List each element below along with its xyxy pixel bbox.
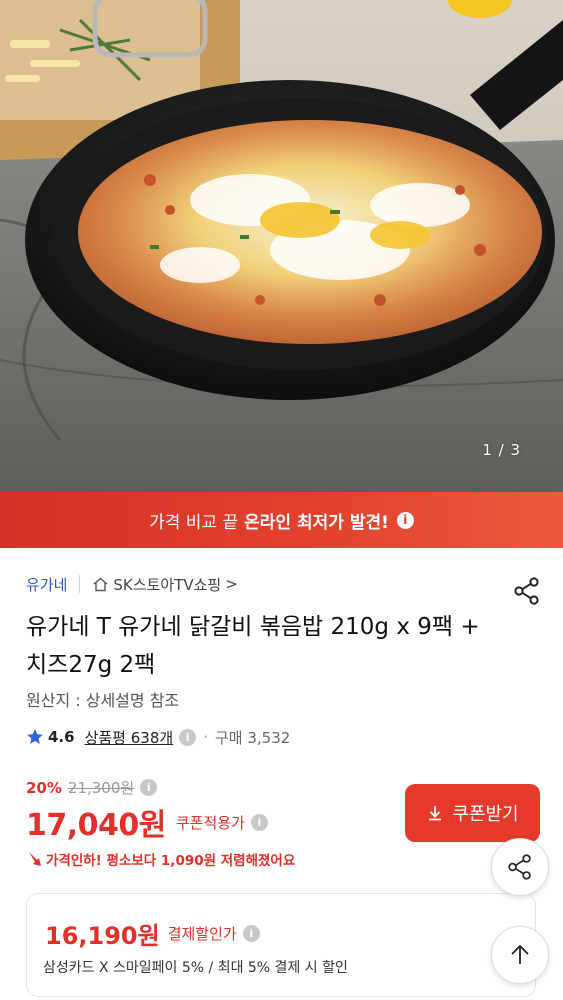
info-icon[interactable]: i (250, 813, 268, 831)
seller-row: 유가네 SK스토아TV쇼핑 > (26, 572, 238, 596)
payment-description: 삼성카드 X 스마일페이 5% / 최대 5% 결제 시 할인 (43, 960, 348, 976)
payment-label: 결제할인가 (167, 925, 237, 943)
price-drop-text: 가격인하! 평소보다 1,090원 저렴해졌어요 (46, 853, 296, 869)
banner-highlight: 온라인 최저가 발견! (244, 512, 389, 533)
payment-price-row: 16,190원 결제할인가 i (45, 916, 260, 951)
coupon-button-label: 쿠폰받기 (452, 804, 519, 824)
payment-discount-card[interactable]: 16,190원 결제할인가 i 삼성카드 X 스마일페이 5% / 최대 5% … (26, 893, 536, 997)
product-photo (0, 0, 563, 492)
original-price: 21,300원 (67, 779, 135, 797)
info-icon[interactable]: i (140, 779, 158, 796)
image-counter: 1 / 3 (482, 441, 521, 459)
lowest-price-banner[interactable]: 가격 비교 끝 온라인 최저가 발견! i (0, 492, 563, 548)
share-icon[interactable] (512, 576, 542, 606)
home-icon (93, 577, 108, 591)
banner-prefix: 가격 비교 끝 (149, 512, 239, 533)
price-drop-note: 가격인하! 평소보다 1,090원 저렴해졌어요 (26, 849, 295, 869)
scroll-to-top-button[interactable] (491, 926, 549, 984)
info-icon[interactable]: i (179, 728, 197, 746)
chevron-right-icon: > (225, 575, 238, 593)
rating-row: 4.6 상품평 638개 i · 구매 3,532 (26, 726, 290, 748)
brand-link[interactable]: 유가네 (26, 574, 67, 595)
price-down-icon (29, 852, 41, 866)
discount-row: 20% 21,300원 i (26, 777, 158, 798)
product-title: 유가네 T 유가네 닭갈비 볶음밥 210g x 9팩 + 치즈27g 2팩 (26, 614, 480, 678)
price-label: 쿠폰적용가 (175, 813, 245, 832)
separator-dot: · (203, 728, 208, 746)
price-row: 17,040원 쿠폰적용가 i (26, 800, 268, 844)
product-origin: 원산지 : 상세설명 참조 (26, 691, 180, 710)
review-link[interactable]: 상품평 638개 (85, 727, 174, 748)
purchase-count: 구매 3,532 (214, 728, 291, 747)
share-icon (508, 854, 531, 880)
store-link[interactable]: SK스토아TV쇼핑 > (92, 574, 238, 595)
info-icon[interactable]: i (396, 511, 414, 529)
discount-rate: 20% (26, 778, 62, 797)
divider (79, 575, 81, 593)
store-name: SK스토아TV쇼핑 (113, 575, 222, 594)
info-icon[interactable]: i (242, 925, 260, 942)
star-icon (27, 729, 43, 744)
rating-score: 4.6 (48, 728, 75, 746)
arrow-up-icon (511, 944, 529, 964)
payment-price: 16,190원 (45, 922, 160, 950)
coupon-download-button[interactable]: 쿠폰받기 (405, 784, 540, 842)
download-icon (429, 806, 442, 821)
product-image[interactable]: 1 / 3 (0, 0, 563, 492)
floating-share-button[interactable] (491, 838, 549, 896)
sale-price: 17,040원 (26, 808, 166, 843)
